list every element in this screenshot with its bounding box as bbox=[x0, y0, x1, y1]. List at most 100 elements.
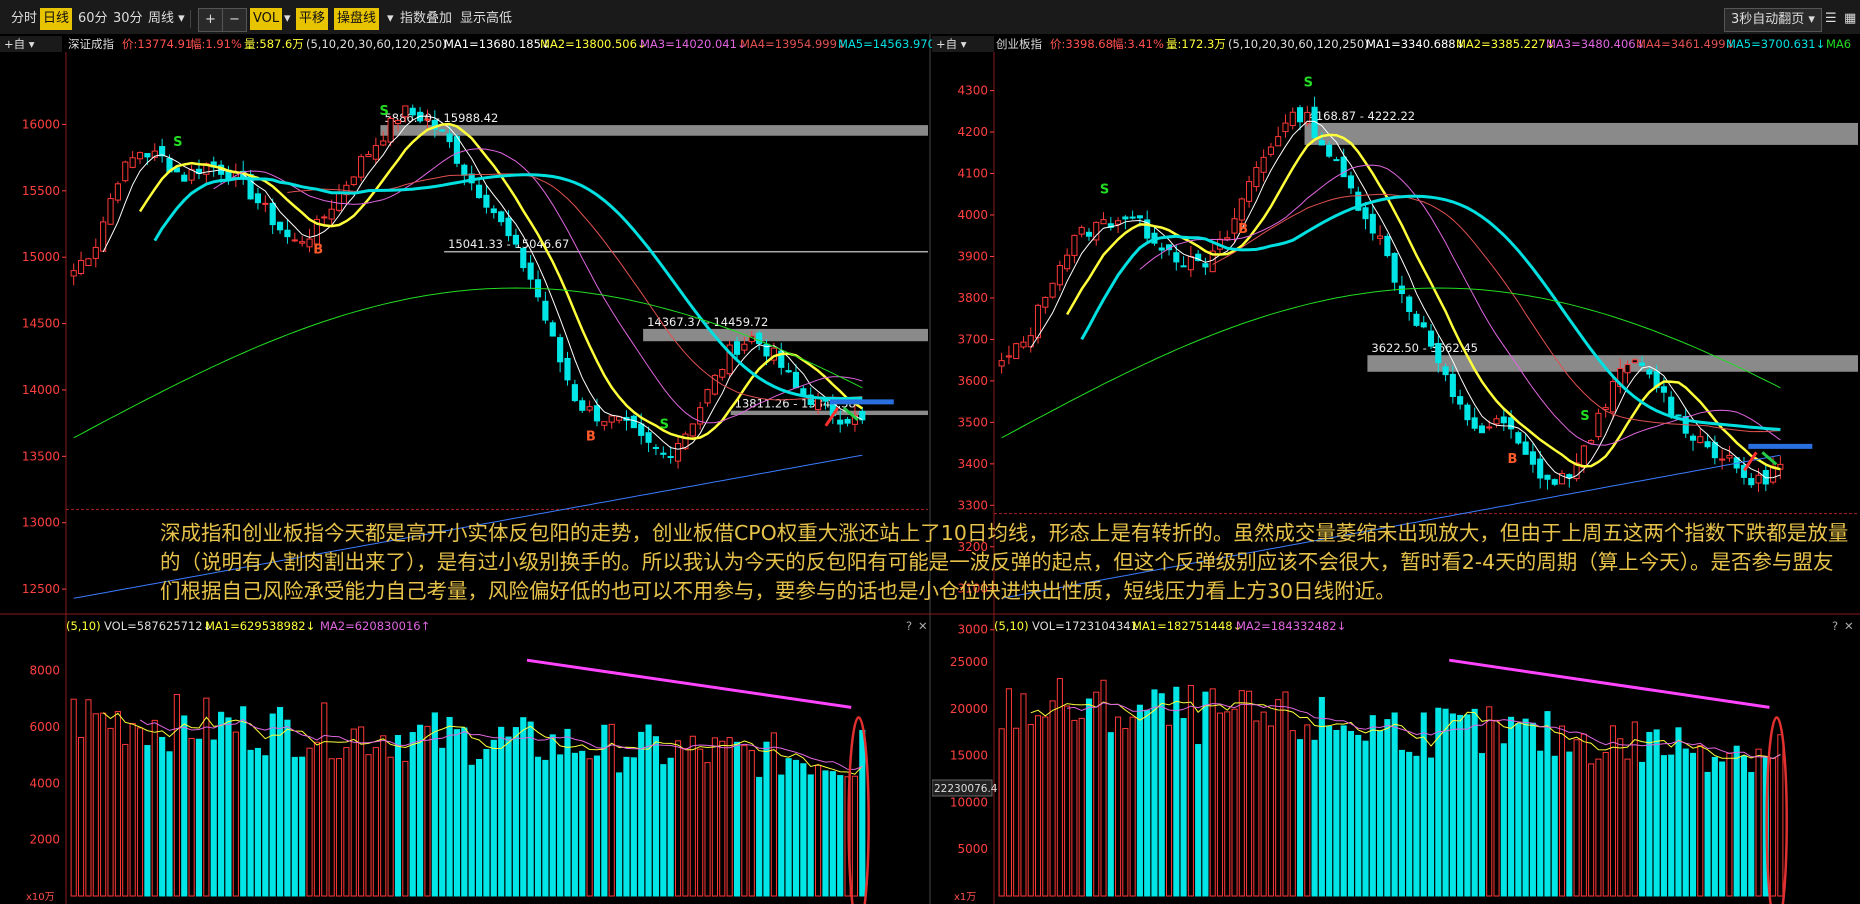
candle-body bbox=[630, 415, 637, 429]
show-high-low-button[interactable]: 显示高低 bbox=[457, 8, 515, 30]
candle-body bbox=[1071, 234, 1078, 256]
candle-body bbox=[638, 423, 645, 436]
candle-body bbox=[475, 184, 483, 199]
volume-bar bbox=[616, 772, 623, 897]
candle-body bbox=[306, 238, 313, 248]
list-view-icon[interactable]: ☰ bbox=[1822, 8, 1840, 30]
candle-body bbox=[527, 262, 534, 280]
sell-signal-icon: S bbox=[1100, 183, 1109, 198]
trade-line-button[interactable]: 操盘线 bbox=[334, 8, 380, 30]
zoom-out-button[interactable]: − bbox=[222, 8, 247, 32]
candle-body bbox=[756, 332, 763, 345]
candle-body bbox=[505, 217, 512, 237]
volume-bar bbox=[247, 749, 254, 897]
volume-bar bbox=[1733, 745, 1740, 897]
volume-bar bbox=[1653, 729, 1660, 897]
volume-unit: x1万 bbox=[954, 892, 976, 903]
period-week-dropdown[interactable]: 周线 ▾ bbox=[145, 8, 188, 30]
volume-bar bbox=[1158, 693, 1165, 897]
volume-bar bbox=[299, 756, 306, 897]
szse-component-chart[interactable]: +自 ▾ 深证成指 价:13774.91 幅:1.91% 量:587.6万 (5… bbox=[0, 34, 932, 904]
indicator-vol-button[interactable]: VOL bbox=[250, 8, 283, 30]
amplitude-label: 幅:3.41% bbox=[1112, 37, 1164, 51]
resistance-zone bbox=[444, 250, 928, 253]
candle-body bbox=[674, 443, 682, 462]
candle-body bbox=[549, 322, 556, 337]
auto-page-dropdown[interactable]: 3秒自动翻页 ▾ bbox=[1724, 8, 1822, 32]
price-tick-label: 14500 bbox=[22, 317, 60, 331]
ma2-value: MA2=13800.506↓ bbox=[540, 37, 647, 51]
candle-body bbox=[409, 107, 416, 116]
candle-body bbox=[579, 400, 586, 411]
chinext-chart[interactable]: +自 ▾ 创业板指 价:3398.68 幅:3.41% 量:172.3万 (5,… bbox=[932, 34, 1860, 904]
ma5-value: MA5=14563.970 bbox=[838, 37, 932, 51]
volume-bar bbox=[542, 759, 549, 897]
panel-menu-button[interactable]: +自 ▾ bbox=[936, 37, 967, 51]
candle-body bbox=[1478, 425, 1486, 434]
candle-body bbox=[1013, 343, 1020, 360]
candle-body bbox=[1529, 451, 1536, 465]
help-icon[interactable]: ? bbox=[1832, 619, 1838, 633]
help-icon[interactable]: ? bbox=[906, 619, 912, 633]
price-tick-label: 13500 bbox=[22, 449, 60, 463]
candle-body bbox=[1639, 362, 1646, 366]
chevron-down-icon[interactable]: ▾ bbox=[384, 8, 397, 30]
zoom-in-button[interactable]: + bbox=[198, 8, 223, 32]
volume-bar bbox=[1522, 718, 1529, 897]
index-overlay-button[interactable]: 指数叠加 bbox=[397, 8, 455, 30]
volume-bar bbox=[1391, 712, 1398, 897]
candle-body bbox=[1486, 426, 1493, 429]
candle-body bbox=[1471, 417, 1478, 429]
close-icon[interactable]: ✕ bbox=[918, 619, 928, 633]
candle-body bbox=[129, 157, 136, 168]
candle-body bbox=[645, 432, 652, 443]
candle-body bbox=[1005, 355, 1012, 358]
candle-body bbox=[1427, 330, 1435, 347]
volume-bar bbox=[571, 752, 578, 897]
volume-bar bbox=[431, 712, 438, 897]
candle-body bbox=[1697, 436, 1704, 444]
period-30min[interactable]: 30分 bbox=[110, 8, 146, 30]
period-60min[interactable]: 60分 bbox=[75, 8, 111, 30]
candle-body bbox=[660, 452, 667, 455]
period-fenshi[interactable]: 分时 bbox=[8, 8, 40, 30]
candle-body bbox=[1238, 198, 1245, 221]
volume-bar bbox=[527, 721, 534, 897]
pan-button[interactable]: 平移 bbox=[296, 8, 329, 30]
candle-body bbox=[1136, 215, 1143, 219]
price-tick-label: 12500 bbox=[22, 582, 60, 596]
volume-bar bbox=[1457, 714, 1464, 897]
candle-body bbox=[1762, 469, 1769, 485]
candle-body bbox=[1296, 107, 1304, 123]
grid-view-icon[interactable]: ▦ bbox=[1841, 8, 1859, 30]
volume-unit: x10万 bbox=[26, 892, 55, 903]
volume-bar bbox=[660, 764, 667, 897]
volume-bar bbox=[667, 757, 674, 897]
candle-body bbox=[1173, 252, 1180, 263]
candle-body bbox=[498, 211, 505, 223]
chevron-down-icon: ▾ bbox=[178, 11, 185, 26]
volume-bar bbox=[159, 736, 166, 897]
sell-signal-icon: S bbox=[173, 135, 182, 150]
period-day[interactable]: 日线 bbox=[40, 8, 73, 30]
candle-body bbox=[1115, 220, 1122, 225]
volume-bar bbox=[1362, 740, 1369, 897]
chevron-down-icon[interactable]: ▾ bbox=[281, 8, 294, 30]
volume-bar bbox=[1427, 757, 1435, 897]
candle-body bbox=[136, 152, 144, 160]
candle-body bbox=[1129, 216, 1136, 219]
close-icon[interactable]: ✕ bbox=[1844, 619, 1854, 633]
header-row: +自 ▾ 深证成指 价:13774.91 幅:1.91% 量:587.6万 (5… bbox=[0, 36, 932, 52]
volume-bar bbox=[1478, 753, 1486, 897]
volume-tick-label: 2000 bbox=[29, 833, 60, 847]
vol-value: VOL=1723104341 bbox=[1032, 619, 1138, 633]
candle-body bbox=[1748, 478, 1755, 486]
resistance-zone-label: 4168.87 - 4222.22 bbox=[1309, 109, 1416, 123]
panel-menu-button[interactable]: +自 ▾ bbox=[4, 37, 35, 51]
candle-body bbox=[335, 192, 343, 211]
candle-body bbox=[1369, 213, 1376, 234]
price-label: 价:13774.91 bbox=[122, 37, 192, 51]
volume-bar bbox=[1377, 730, 1384, 897]
resistance-zone bbox=[730, 410, 928, 416]
candle-body bbox=[792, 371, 800, 389]
